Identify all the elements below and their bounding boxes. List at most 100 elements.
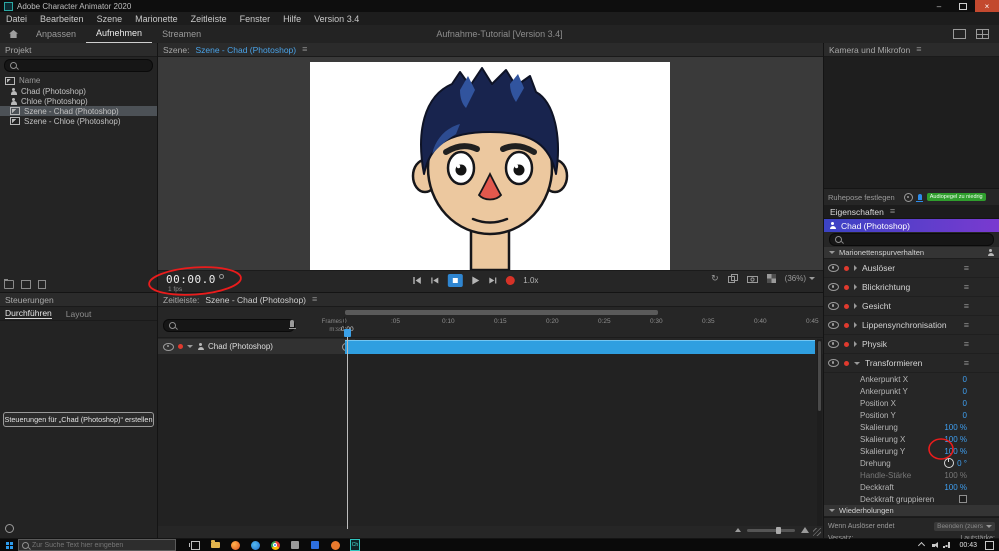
properties-search-input[interactable] [829,233,994,246]
rest-pose-label[interactable]: Ruhepose festlegen [828,193,895,202]
workspace-tab-aufnehmen[interactable]: Aufnehmen [86,24,153,44]
chevron-right-icon[interactable] [854,284,857,290]
selected-puppet-bar[interactable]: Chad (Photoshop) [824,219,999,232]
properties-panel-menu-icon[interactable]: ≡ [890,207,895,216]
webcam-icon[interactable] [903,192,913,202]
chrome-icon[interactable] [270,540,280,550]
stream-monitor-icon[interactable] [953,29,966,39]
menu-fenster[interactable]: Fenster [240,14,271,24]
menu-marionette[interactable]: Marionette [135,14,178,24]
project-item-szene-chad[interactable]: Szene - Chad (Photoshop) [0,106,157,116]
panel-layout-icon[interactable] [976,29,989,39]
behavior-menu-icon[interactable]: ≡ [964,301,969,311]
visibility-eye-icon[interactable] [828,359,839,367]
previous-frame-button[interactable] [430,276,438,285]
behavior-row-physik[interactable]: Physik ≡ [824,335,999,354]
zoom-control[interactable]: (36%) [785,274,815,283]
timeline-vertical-scrollbar[interactable] [817,339,822,526]
start-button[interactable] [0,541,18,547]
behavior-menu-icon[interactable]: ≡ [964,282,969,292]
menu-datei[interactable]: Datei [6,14,27,24]
project-item-chloe[interactable]: Chloe (Photoshop) [0,96,157,106]
arm-record-dot[interactable] [844,284,849,290]
arm-record-d'ot[interactable] [178,344,183,349]
behavior-row-transformieren[interactable]: Transformieren ≡ [824,354,999,373]
chevron-right-icon[interactable] [854,322,857,328]
chevron-right-icon[interactable] [854,303,857,309]
visibility-eye-icon[interactable] [828,302,839,310]
trash-icon[interactable] [38,280,46,289]
add-behavior-icon[interactable] [987,249,994,256]
next-frame-button[interactable] [488,276,496,285]
tab-eigenschaften[interactable]: Eigenschaften [830,207,884,217]
behavior-row-ausloeser[interactable]: Auslöser ≡ [824,259,999,278]
timeline-panel-menu-icon[interactable]: ≡ [312,295,317,304]
group-opacity-checkbox[interactable] [959,495,967,503]
menu-szene[interactable]: Szene [97,14,123,24]
camera-panel-menu-icon[interactable]: ≡ [916,45,921,54]
menu-zeitleiste[interactable]: Zeitleiste [191,14,227,24]
behavior-menu-icon[interactable]: ≡ [964,263,969,273]
jump-to-start-button[interactable] [412,276,421,285]
rotation-dial-icon[interactable] [944,458,955,468]
prop-value[interactable]: 100 % [944,423,967,432]
project-search-input[interactable] [4,59,153,72]
speaker-icon[interactable] [932,541,939,548]
visibility-eye-icon[interactable] [163,342,174,351]
task-view-icon[interactable] [188,540,200,550]
behavior-row-blickrichtung[interactable]: Blickrichtung ≡ [824,278,999,297]
file-explorer-icon[interactable] [210,540,220,550]
visibility-eye-icon[interactable] [828,321,839,329]
prop-value[interactable]: 0 [963,399,967,408]
maximize-button[interactable] [951,0,975,12]
scene-canvas[interactable] [310,62,670,272]
chevron-right-icon[interactable] [854,341,857,347]
zoom-out-icon[interactable] [735,528,741,532]
notification-center-icon[interactable] [985,540,994,550]
record-button[interactable] [505,276,515,285]
transparency-grid-icon[interactable] [766,274,776,283]
chevron-down-icon[interactable] [854,361,860,365]
microphone-icon[interactable] [916,194,924,202]
scene-panel-menu-icon[interactable]: ≡ [302,45,307,54]
create-controls-button[interactable]: Steuerungen für „Chad (Photoshop)“ erste… [3,412,154,427]
panel-resize-grip[interactable] [813,528,821,536]
character-animator-taskbar-icon[interactable]: Ch [350,539,360,551]
pinned-app-icon[interactable] [330,540,340,550]
home-icon[interactable] [9,30,18,38]
arm-record-dot[interactable] [844,303,849,309]
playback-speed[interactable]: 1.0x [523,276,538,285]
prop-value[interactable]: 0 [963,375,967,384]
layers-icon[interactable] [727,274,738,283]
arm-record-dot[interactable] [844,360,849,366]
slider-thumb[interactable] [775,526,781,534]
firefox-icon[interactable] [230,540,240,550]
edge-icon[interactable] [250,540,260,550]
tab-durchfuehren[interactable]: Durchführen [5,308,52,319]
zoom-value[interactable]: (36%) [785,274,806,283]
arm-record-dot[interactable] [844,322,849,328]
chevron-down-icon[interactable] [829,509,835,512]
new-scene-icon[interactable] [21,280,31,289]
pinned-app-icon[interactable] [290,540,300,550]
track-duration-bar[interactable] [345,340,815,355]
taskbar-search-input[interactable] [32,541,172,549]
menu-bearbeiten[interactable]: Bearbeiten [40,14,84,24]
new-folder-icon[interactable] [4,279,14,289]
close-button[interactable]: × [975,0,999,12]
taskbar-search[interactable] [18,539,176,551]
chevron-right-icon[interactable] [854,265,857,271]
timeline-rows-area[interactable] [158,354,823,526]
behavior-menu-icon[interactable]: ≡ [964,320,969,330]
gear-icon[interactable] [5,524,14,533]
visibility-eye-icon[interactable] [828,264,839,272]
workspace-tab-anpassen[interactable]: Anpassen [26,25,86,43]
visibility-eye-icon[interactable] [828,283,839,291]
prop-value[interactable]: 100 % [944,483,967,492]
prop-value[interactable]: 100 % [944,435,967,444]
project-item-szene-chloe[interactable]: Szene - Chloe (Photoshop) [0,116,157,126]
timeline-ruler[interactable]: Frames m:ss 0 :05 0:10 0:15 0:20 0:25 0:… [158,317,823,338]
stop-button[interactable] [447,274,463,287]
prop-value[interactable]: 100 % [944,471,967,480]
timecode-menu-icon[interactable] [218,274,224,279]
